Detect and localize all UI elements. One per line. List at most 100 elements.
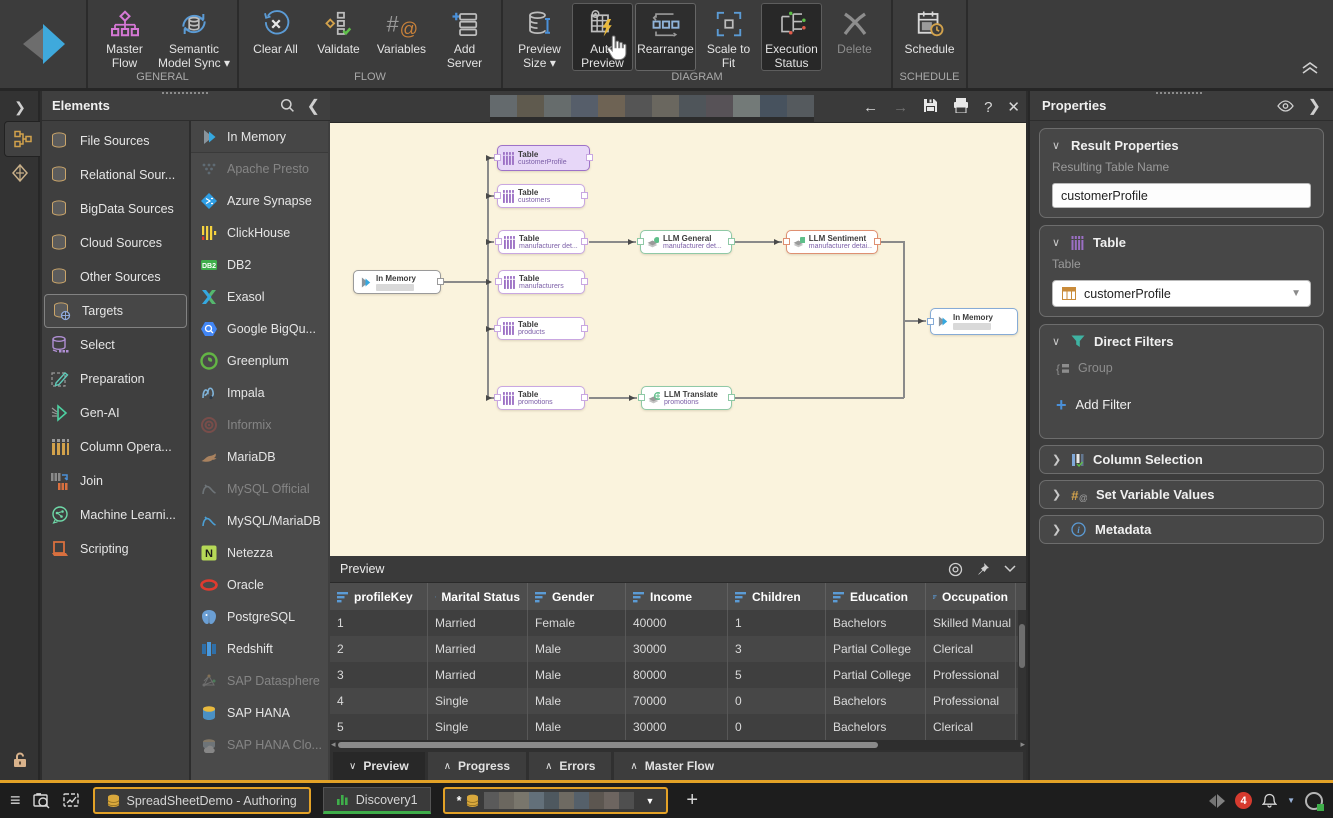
connector-clickhouse[interactable]: ClickHouse [191, 217, 328, 249]
chevron-down-icon[interactable]: ▼ [1287, 796, 1295, 805]
node-table-products[interactable]: Tableproducts [497, 317, 585, 340]
resulting-table-name-input[interactable] [1052, 183, 1311, 208]
validate-button[interactable]: Validate [308, 3, 369, 71]
connector-mysql-official[interactable]: MySQL Official [191, 473, 328, 505]
variables-button[interactable]: #@ Variables [371, 3, 432, 71]
undo-icon[interactable]: ← [863, 99, 878, 116]
output-port[interactable] [728, 238, 735, 245]
node-table-customerprofile[interactable]: TablecustomerProfile [497, 145, 590, 171]
print-icon[interactable] [953, 98, 969, 117]
horizontal-scrollbar[interactable]: ◂▸ [330, 740, 1026, 750]
lock-icon[interactable] [0, 752, 40, 768]
category-preparation[interactable]: Preparation [42, 362, 189, 396]
preview-size-button[interactable]: Preview Size ▾ [509, 3, 570, 71]
node-table-manufacturers[interactable]: Tablemanufacturers [498, 270, 585, 294]
category-other-sources[interactable]: Other Sources [42, 260, 189, 294]
set-variable-values-card[interactable]: ❯ #@ Set Variable Values [1039, 480, 1324, 509]
category-relational-sources[interactable]: Relational Sour... [42, 158, 189, 192]
hamburger-menu-icon[interactable]: ≡ [10, 790, 21, 811]
connector-netezza[interactable]: NNetezza [191, 537, 328, 569]
window-layout-icon[interactable] [63, 793, 81, 809]
flow-canvas[interactable]: In Memory TablecustomerProfile Tablecust… [330, 123, 1026, 556]
input-port[interactable] [783, 238, 790, 245]
output-port[interactable] [581, 192, 588, 199]
collapse-ribbon-button[interactable] [1301, 61, 1319, 80]
input-port[interactable] [638, 394, 645, 401]
node-llm-general[interactable]: LLM Generalmanufacturer det... [640, 230, 732, 254]
category-machine-learning[interactable]: Machine Learni... [42, 498, 189, 532]
connector-google-bigquery[interactable]: Google BigQu... [191, 313, 328, 345]
category-select[interactable]: Select [42, 328, 189, 362]
input-port[interactable] [927, 318, 934, 325]
new-tab-button[interactable]: + [686, 789, 698, 812]
connector-in-memory[interactable]: In Memory [191, 121, 328, 153]
node-table-promotions[interactable]: Tablepromotions [497, 386, 585, 410]
taskbar-tab-spreadsheetdemo[interactable]: SpreadSheetDemo - Authoring [93, 787, 311, 814]
connector-greenplum[interactable]: Greenplum [191, 345, 328, 377]
elements-search-icon[interactable] [280, 98, 295, 113]
category-file-sources[interactable]: File Sources [42, 124, 189, 158]
properties-eye-icon[interactable] [1277, 100, 1294, 112]
input-port[interactable] [494, 394, 501, 401]
connector-postgresql[interactable]: PostgreSQL [191, 601, 328, 633]
semantic-model-sync-button[interactable]: Semantic Model Sync ▾ [157, 3, 231, 71]
input-port[interactable] [637, 238, 644, 245]
category-join[interactable]: Join [42, 464, 189, 498]
taskbar-tab-discovery1[interactable]: Discovery1 [323, 787, 431, 814]
connector-impala[interactable]: Impala [191, 377, 328, 409]
rail-tab-flow[interactable] [4, 121, 40, 157]
delete-button[interactable]: Delete [824, 3, 885, 71]
connector-mysql-mariadb[interactable]: MySQL/MariaDB [191, 505, 328, 537]
output-port[interactable] [437, 278, 444, 285]
node-llm-translate[interactable]: LLM Translatepromotions [641, 386, 732, 410]
table-row[interactable]: 5SingleMale300000BachelorsClerical [330, 714, 1026, 740]
clear-all-button[interactable]: Clear All [245, 3, 306, 71]
expand-panel-button[interactable]: ❯ [0, 99, 40, 116]
column-header[interactable]: Gender [528, 583, 626, 610]
connector-sap-datasphere[interactable]: SAP Datasphere [191, 665, 328, 697]
elements-collapse-icon[interactable]: ❮ [307, 96, 320, 116]
input-port[interactable] [494, 192, 501, 199]
app-logo[interactable] [0, 0, 88, 88]
notification-badge[interactable]: 4 [1235, 792, 1252, 809]
node-llm-sentiment[interactable]: LLM Sentimentmanufacturer detai... [786, 230, 878, 254]
column-header[interactable]: Children [728, 583, 826, 610]
connector-exasol[interactable]: Exasol [191, 281, 328, 313]
notification-bell-icon[interactable] [1262, 793, 1277, 809]
properties-collapse-icon[interactable]: ❯ [1308, 96, 1321, 116]
table-row[interactable]: 4SingleMale700000BachelorsProfessional [330, 688, 1026, 714]
column-header[interactable]: Income [626, 583, 728, 610]
node-in-memory-target[interactable]: In Memory [930, 308, 1018, 335]
node-in-memory-source[interactable]: In Memory [353, 270, 441, 294]
category-cloud-sources[interactable]: Cloud Sources [42, 226, 189, 260]
chevron-down-icon[interactable]: ▼ [645, 796, 654, 806]
category-bigdata-sources[interactable]: BigData Sources [42, 192, 189, 226]
filter-group-button[interactable]: { Group [1056, 361, 1311, 375]
schedule-button[interactable]: Schedule [899, 3, 960, 71]
output-port[interactable] [874, 238, 881, 245]
rearrange-button[interactable]: Rearrange [635, 3, 696, 71]
execution-status-button[interactable]: Execution Status [761, 3, 822, 71]
output-port[interactable] [581, 238, 588, 245]
connector-oracle[interactable]: Oracle [191, 569, 328, 601]
output-port[interactable] [586, 154, 593, 161]
rail-tab-semantic[interactable] [0, 163, 40, 183]
scale-to-fit-button[interactable]: Scale to Fit [698, 3, 759, 71]
auto-preview-button[interactable]: Auto Preview [572, 3, 633, 71]
column-selection-card[interactable]: ❯ Column Selection [1039, 445, 1324, 474]
category-scripting[interactable]: Scripting [42, 532, 189, 566]
capture-icon[interactable] [33, 793, 51, 809]
add-filter-button[interactable]: + Add Filter [1056, 397, 1311, 412]
category-targets[interactable]: Targets [44, 294, 187, 328]
direct-filters-header[interactable]: ∨ Direct Filters [1052, 334, 1311, 349]
column-header[interactable]: Education [826, 583, 926, 610]
tab-master-flow[interactable]: ∧Master Flow [614, 752, 1023, 780]
redo-icon[interactable]: → [893, 99, 908, 116]
node-table-customers[interactable]: Tablecustomers [497, 184, 585, 208]
table-select[interactable]: customerProfile ▼ [1052, 280, 1311, 307]
output-port[interactable] [581, 394, 588, 401]
add-server-button[interactable]: Add Server [434, 3, 495, 71]
output-port[interactable] [728, 394, 735, 401]
category-column-operations[interactable]: Column Opera... [42, 430, 189, 464]
node-table-manufacturer-details[interactable]: Tablemanufacturer det... [498, 230, 585, 254]
